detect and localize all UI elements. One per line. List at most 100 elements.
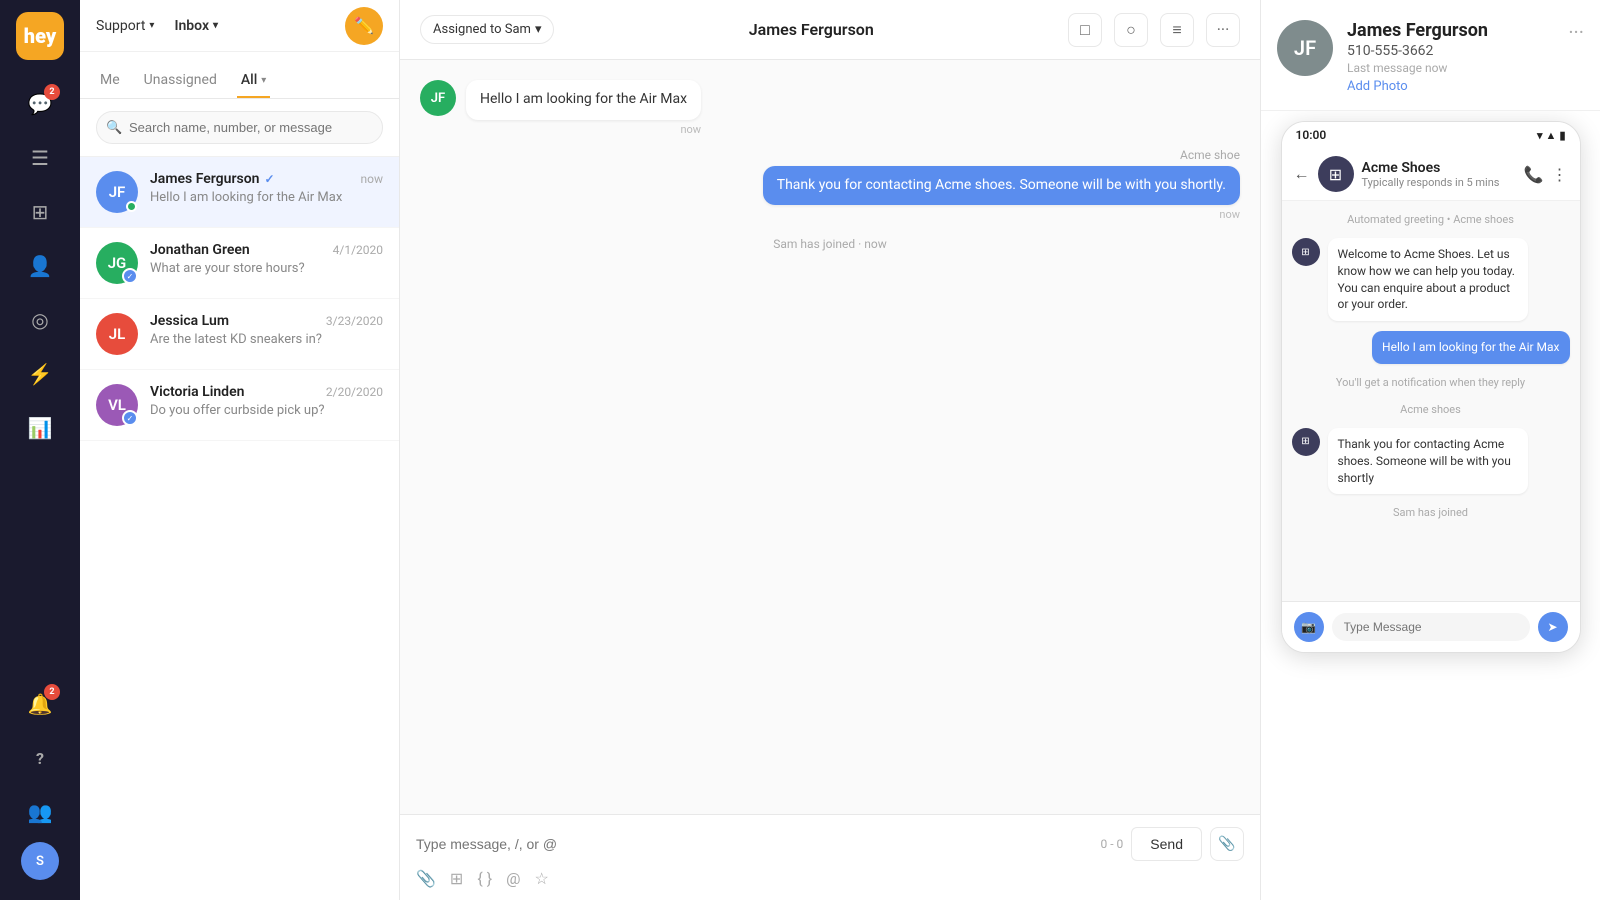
conv-preview: Do you offer curbside pick up?	[150, 403, 350, 418]
online-indicator	[126, 201, 137, 212]
sender-label: Acme shoe	[1180, 148, 1240, 162]
tab-unassigned[interactable]: Unassigned	[140, 64, 221, 98]
phone-notification: You'll get a notification when they repl…	[1292, 376, 1570, 389]
phone-status-bar: 10:00 ▾ ▲ ▮	[1282, 122, 1580, 148]
mention-tool-icon[interactable]: @	[506, 869, 520, 888]
chat-header-actions: □ ○ ≡ ···	[1068, 13, 1240, 47]
sidebar-item-table[interactable]: ⊞	[16, 188, 64, 236]
phone-msg-avatar: ⊞	[1292, 428, 1320, 456]
sidebar: hey 💬 2 ☰ ⊞ 👤 ◎ ⚡ 📊 🔔 2 ?	[0, 0, 80, 900]
inbox-arrow-icon: ▾	[213, 20, 218, 31]
search-input[interactable]	[96, 111, 383, 144]
sidebar-item-bell[interactable]: 🔔 2	[16, 680, 64, 728]
list-icon: ☰	[31, 146, 49, 170]
chat-panel: Assigned to Sam ▾ James Fergurson □ ○ ≡ …	[400, 0, 1260, 900]
list-item[interactable]: VL ✓ Victoria Linden 2/20/2020 Do you of…	[80, 370, 399, 441]
contact-phone: 510-555-3662	[1347, 43, 1554, 59]
list-item[interactable]: JG ✓ Jonathan Green 4/1/2020 What are yo…	[80, 228, 399, 299]
chat-input[interactable]	[416, 836, 1093, 852]
conv-name: Jessica Lum	[150, 313, 229, 329]
back-icon[interactable]: ←	[1294, 164, 1310, 184]
chat-contact-name: James Fergurson	[570, 20, 1052, 39]
message-incoming: JF Hello I am looking for the Air Max no…	[420, 80, 912, 136]
right-panel: JF James Fergurson 510-555-3662 Last mes…	[1260, 0, 1600, 900]
phone-time: 10:00	[1296, 128, 1327, 142]
compose-btn[interactable]: ✏️	[345, 7, 383, 45]
conversation-tabs: Me Unassigned All ▾	[80, 52, 399, 99]
send-button[interactable]: Send	[1131, 827, 1202, 861]
signal-icon: ▲	[1546, 129, 1557, 142]
support-menu[interactable]: Support ▾	[96, 18, 154, 34]
phone-message-row: ⊞ Welcome to Acme Shoes. Let us know how…	[1292, 238, 1570, 321]
add-photo-link[interactable]: Add Photo	[1347, 79, 1554, 94]
user-avatar[interactable]: S	[21, 842, 59, 880]
contact-last-message: Last message now	[1347, 61, 1554, 75]
sidebar-nav: 💬 2 ☰ ⊞ 👤 ◎ ⚡ 📊	[16, 80, 64, 680]
star-tool-icon[interactable]: ☆	[535, 869, 549, 888]
assign-label: Assigned to Sam	[433, 22, 531, 37]
phone-user-bubble: Hello I am looking for the Air Max	[1372, 331, 1569, 364]
sidebar-item-lightning[interactable]: ⚡	[16, 350, 64, 398]
chart-icon: 📊	[28, 416, 53, 440]
assign-button[interactable]: Assigned to Sam ▾	[420, 15, 554, 44]
sidebar-item-chart[interactable]: 📊	[16, 404, 64, 452]
chat-messages: JF Hello I am looking for the Air Max no…	[400, 60, 1260, 814]
conv-avatar-wrap: VL ✓	[96, 384, 138, 426]
conv-time: 2/20/2020	[326, 385, 383, 399]
tab-all[interactable]: All ▾	[237, 64, 270, 98]
all-tab-arrow-icon: ▾	[261, 75, 266, 86]
contact-more-btn[interactable]: ···	[1568, 20, 1584, 44]
tab-me[interactable]: Me	[96, 64, 124, 98]
contact-info: James Fergurson 510-555-3662 Last messag…	[1347, 20, 1554, 94]
list-item[interactable]: JF James Fergurson ✓ now Hello I am look…	[80, 157, 399, 228]
sidebar-item-list[interactable]: ☰	[16, 134, 64, 182]
history-icon-btn[interactable]: ○	[1114, 13, 1148, 47]
conv-preview: Hello I am looking for the Air Max	[150, 190, 350, 205]
phone-camera-btn[interactable]: 📷	[1294, 612, 1324, 642]
sidebar-item-help[interactable]: ?	[16, 734, 64, 782]
team-icon: 👥	[28, 800, 53, 824]
avatar: JL	[96, 313, 138, 355]
expand-icon-btn[interactable]: □	[1068, 13, 1102, 47]
business-sub: Typically responds in 5 mins	[1362, 176, 1516, 189]
phone-call-icon[interactable]: 📞	[1524, 165, 1544, 184]
business-logo-icon: ⊞	[1329, 165, 1342, 184]
inbox-menu[interactable]: Inbox ▾	[174, 18, 218, 34]
code-tool-icon[interactable]: { }	[477, 869, 492, 888]
phone-chat-avatar: ⊞	[1318, 156, 1354, 192]
help-icon: ?	[36, 749, 44, 768]
phone-input-row: 📷 ➤	[1282, 601, 1580, 652]
sidebar-item-chat[interactable]: 💬 2	[16, 80, 64, 128]
attach-icon-btn[interactable]: 📎	[1210, 827, 1244, 861]
contacts-icon: 👤	[28, 254, 53, 278]
conv-time: 4/1/2020	[333, 243, 383, 257]
more-icon-btn[interactable]: ···	[1206, 13, 1240, 47]
phone-more-icon[interactable]: ⋮	[1552, 165, 1568, 184]
conv-info: Jonathan Green 4/1/2020 What are your st…	[150, 242, 383, 276]
channel-indicator: ✓	[122, 410, 138, 426]
bell-badge: 2	[44, 684, 60, 700]
sidebar-item-contacts[interactable]: 👤	[16, 242, 64, 290]
message-bubble: Hello I am looking for the Air Max	[466, 80, 701, 120]
list-item[interactable]: JL Jessica Lum 3/23/2020 Are the latest …	[80, 299, 399, 370]
phone-send-btn[interactable]: ➤	[1538, 612, 1568, 642]
chat-header: Assigned to Sam ▾ James Fergurson □ ○ ≡ …	[400, 0, 1260, 60]
conv-preview: What are your store hours?	[150, 261, 350, 276]
conv-avatar-wrap: JF	[96, 171, 138, 213]
assign-arrow-icon: ▾	[535, 22, 542, 37]
business-name: Acme Shoes	[1362, 160, 1516, 176]
sidebar-item-signal[interactable]: ◎	[16, 296, 64, 344]
sidebar-item-team[interactable]: 👥	[16, 788, 64, 836]
conv-info: Victoria Linden 2/20/2020 Do you offer c…	[150, 384, 383, 418]
phone-input[interactable]	[1332, 613, 1530, 641]
sidebar-bottom: 🔔 2 ? 👥 S	[16, 680, 64, 888]
phone-chat-info: Acme Shoes Typically responds in 5 mins	[1362, 160, 1516, 189]
table-tool-icon[interactable]: ⊞	[450, 869, 463, 888]
notes-icon-btn[interactable]: ≡	[1160, 13, 1194, 47]
phone-user-row: Hello I am looking for the Air Max	[1292, 331, 1570, 364]
conv-name: Jonathan Green	[150, 242, 250, 258]
system-message: Sam has joined · now	[420, 237, 1240, 251]
app-logo[interactable]: hey	[16, 12, 64, 60]
attach-tool-icon[interactable]: 📎	[416, 869, 436, 888]
message-bubble-wrap: Hello I am looking for the Air Max now	[466, 80, 701, 136]
